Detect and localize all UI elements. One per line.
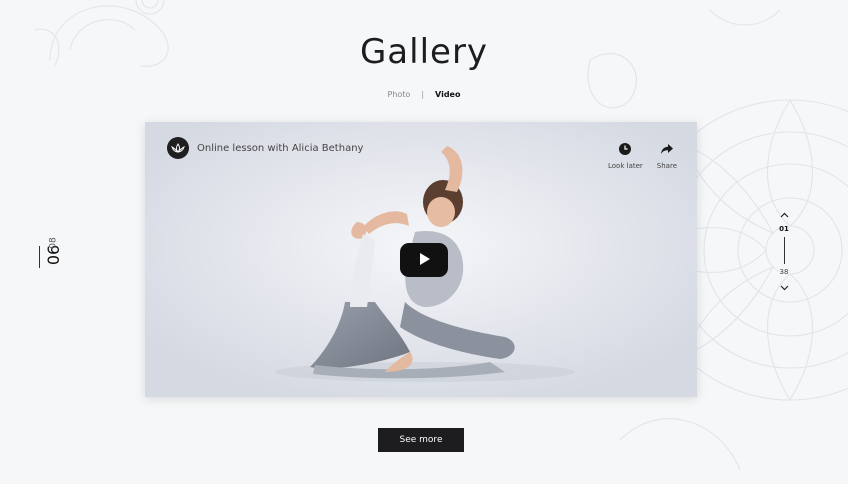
vertical-pager: 01 38	[775, 203, 793, 295]
look-later-label: Look later	[608, 162, 643, 170]
gallery-tabs: Photo | Video	[0, 90, 848, 99]
see-more-button[interactable]: See more	[378, 428, 464, 452]
play-button[interactable]	[400, 243, 448, 277]
slide-counter: 06 08	[26, 222, 66, 282]
lotus-icon[interactable]	[167, 137, 189, 159]
video-player[interactable]: Online lesson with Alicia Bethany Look l…	[145, 122, 697, 397]
pager-track	[783, 237, 785, 264]
look-later-button[interactable]: Look later	[608, 140, 643, 170]
tab-photo[interactable]: Photo	[388, 90, 411, 99]
pager-total: 38	[779, 268, 789, 276]
share-button[interactable]: Share	[657, 140, 677, 170]
slide-counter-divider	[39, 246, 40, 268]
pager-current: 01	[779, 225, 789, 233]
video-title: Online lesson with Alicia Bethany	[197, 142, 364, 154]
tab-separator: |	[421, 90, 425, 99]
tab-video[interactable]: Video	[435, 90, 460, 99]
slide-counter-total: 08	[48, 237, 59, 249]
page-title: Gallery	[359, 32, 489, 72]
chevron-down-icon[interactable]	[780, 276, 789, 295]
video-actions: Look later Share	[608, 140, 677, 170]
share-label: Share	[656, 162, 677, 170]
clock-icon	[619, 140, 632, 159]
chevron-up-icon[interactable]	[780, 203, 789, 222]
share-icon	[660, 140, 674, 159]
play-icon	[417, 251, 431, 270]
video-channel: Online lesson with Alicia Bethany	[167, 137, 363, 159]
